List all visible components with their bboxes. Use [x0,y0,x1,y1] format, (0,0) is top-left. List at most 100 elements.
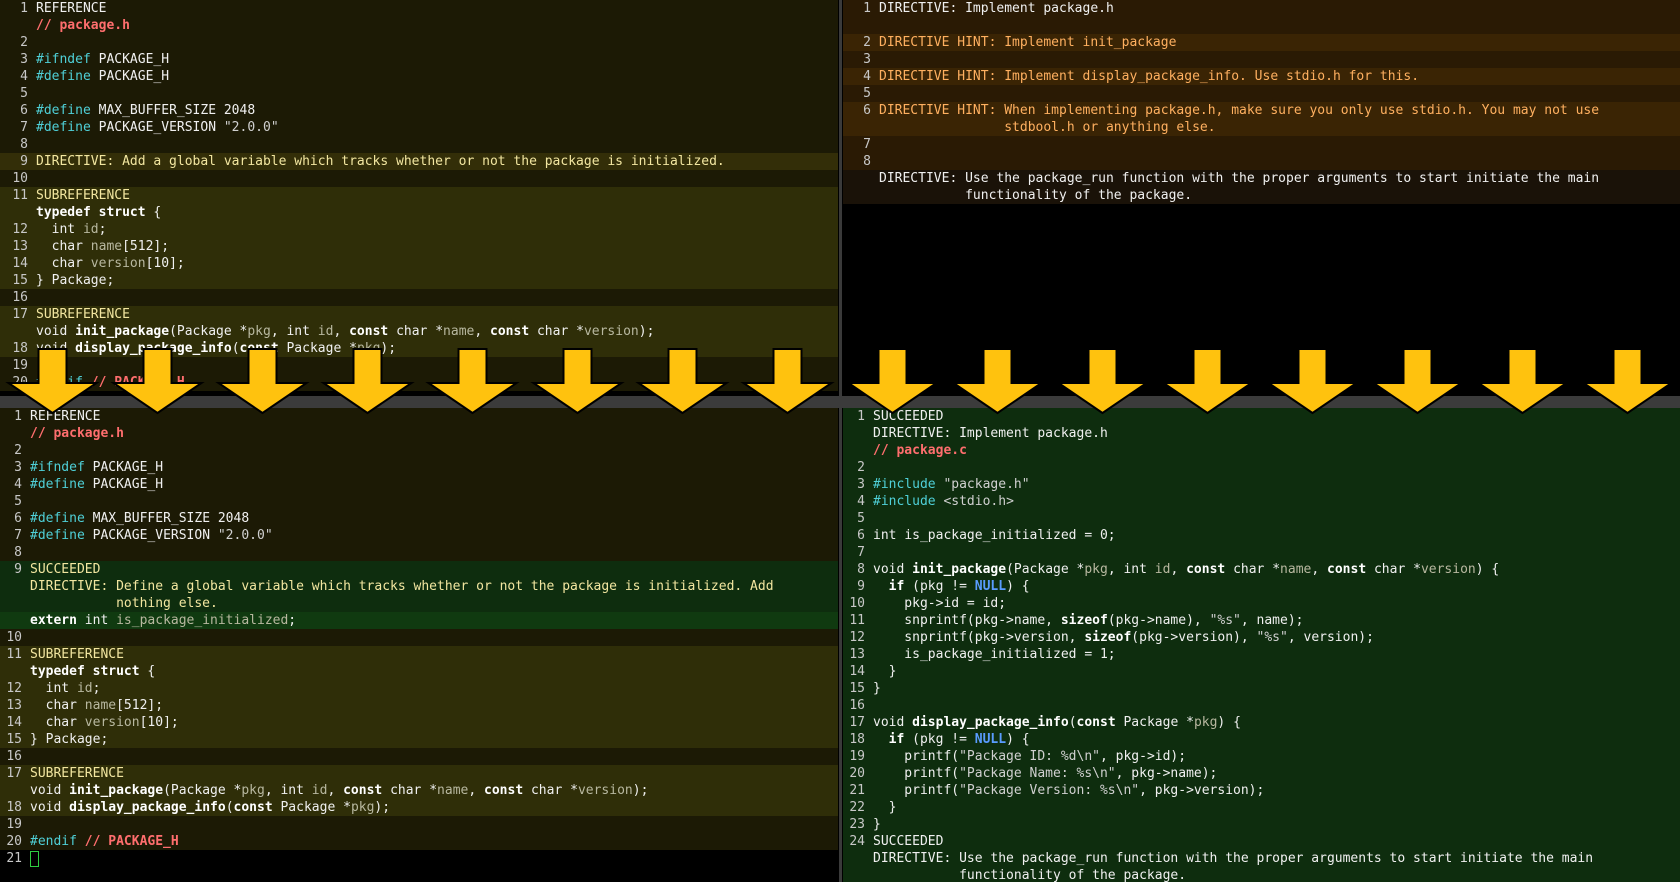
code-line[interactable]: 13 char name[512]; [0,697,838,714]
code-line[interactable]: 16 [0,748,838,765]
code-line[interactable]: 17 SUBREFERENCE [0,765,838,782]
code-token: "%s" [1209,613,1241,628]
code-line[interactable]: 5 [0,493,838,510]
code-line[interactable]: void init_package(Package *pkg, int id, … [0,323,838,340]
code-line[interactable]: 2 DIRECTIVE HINT: Implement init_package [843,34,1680,51]
code-line[interactable]: void init_package(Package *pkg, int id, … [0,782,838,799]
code-line[interactable]: functionality of the package. [843,187,1680,204]
code-line[interactable]: DIRECTIVE: Implement package.h [843,425,1680,442]
code-line[interactable]: 9 SUCCEEDED [0,561,838,578]
code-line[interactable]: 14 } [843,663,1680,680]
code-line[interactable]: 12 int id; [0,680,838,697]
code-line[interactable]: 6 int is_package_initialized = 0; [843,527,1680,544]
code-line[interactable]: 20 printf("Package Name: %s\n", pkg->nam… [843,765,1680,782]
code-line[interactable]: 19 printf("Package ID: %d\n", pkg->id); [843,748,1680,765]
code-token: name [443,324,475,339]
editor-pane-top-right[interactable]: 1 DIRECTIVE: Implement package.h 2 DIRECTIV… [843,0,1680,396]
horizontal-split-divider[interactable] [0,396,1680,408]
code-line[interactable]: 11 SUBREFERENCE [0,187,838,204]
code-line[interactable]: 4 #include <stdio.h> [843,493,1680,510]
code-line[interactable]: 23} [843,816,1680,833]
code-line[interactable]: 1 REFERENCE [0,408,838,425]
code-line[interactable]: 7 #define PACKAGE_VERSION "2.0.0" [0,527,838,544]
code-line[interactable]: 9 if (pkg != NULL) { [843,578,1680,595]
code-line[interactable]: 1 DIRECTIVE: Implement package.h [843,0,1680,17]
code-line[interactable]: 6 #define MAX_BUFFER_SIZE 2048 [0,510,838,527]
code-line[interactable]: typedef struct { [0,663,838,680]
code-line[interactable]: 16 [843,697,1680,714]
code-line[interactable]: 14 char version[10]; [0,714,838,731]
code-line[interactable]: 7 [843,544,1680,561]
code-line[interactable]: 3 [843,51,1680,68]
code-line[interactable]: 13 char name[512]; [0,238,838,255]
code-line[interactable]: 6 DIRECTIVE HINT: When implementing packa… [843,102,1680,119]
code-line[interactable]: 12 snprintf(pkg->version, sizeof(pkg->ve… [843,629,1680,646]
code-line[interactable]: 17 SUBREFERENCE [0,306,838,323]
code-line[interactable]: 4 #define PACKAGE_H [0,68,838,85]
code-line[interactable]: DIRECTIVE: Use the package_run function … [843,850,1680,867]
code-line[interactable]: 5 [0,85,838,102]
code-line[interactable]: 20 #endif // PACKAGE_H [0,374,838,391]
vertical-split-bottom[interactable] [839,408,842,882]
code-line[interactable]: 7 [843,136,1680,153]
code-line[interactable]: stdbool.h or anything else. [843,119,1680,136]
code-line[interactable]: DIRECTIVE: Define a global variable whic… [0,578,838,595]
code-line[interactable]: 17 void display_package_info(const Packag… [843,714,1680,731]
code-line[interactable]: 18 void display_package_info(const Packag… [0,340,838,357]
code-line[interactable]: 8 [0,136,838,153]
code-line[interactable]: 22 } [843,799,1680,816]
code-line[interactable]: 18 void display_package_info(const Packag… [0,799,838,816]
code-line[interactable]: 8 void init_package(Package *pkg, int id,… [843,561,1680,578]
code-line[interactable]: 15} Package; [0,272,838,289]
code-line[interactable]: typedef struct { [0,204,838,221]
code-line[interactable]: 9 DIRECTIVE: Add a global variable which … [0,153,838,170]
code-line[interactable]: 19 [0,816,838,833]
code-line[interactable]: 21 [0,850,838,867]
code-line[interactable]: // package.c [843,442,1680,459]
code-line[interactable]: nothing else. [0,595,838,612]
code-line[interactable]: 4 DIRECTIVE HINT: Implement display_packa… [843,68,1680,85]
code-line[interactable]: 10 pkg->id = id; [843,595,1680,612]
code-line[interactable]: 14 char version[10]; [0,255,838,272]
code-line[interactable]: 8 [843,153,1680,170]
code-line[interactable]: 15} [843,680,1680,697]
code-line[interactable]: 3 #ifndef PACKAGE_H [0,459,838,476]
code-line[interactable]: 15} Package; [0,731,838,748]
code-line[interactable] [843,17,1680,34]
code-line[interactable]: 12 int id; [0,221,838,238]
code-line[interactable]: // package.h [0,17,838,34]
code-line[interactable]: // package.h [0,425,838,442]
code-line[interactable]: 19 [0,357,838,374]
editor-pane-top-left[interactable]: 1 REFERENCE// package.h 2 3 #ifndef PACKAGE_… [0,0,838,396]
code-line[interactable]: 18 if (pkg != NULL) { [843,731,1680,748]
code-token: , name); [1240,613,1304,628]
code-line[interactable]: 3 #include "package.h" [843,476,1680,493]
code-line[interactable]: 16 [0,289,838,306]
code-line[interactable]: 2 [0,442,838,459]
code-line[interactable]: 13 is_package_initialized = 1; [843,646,1680,663]
code-line[interactable]: 10 [0,170,838,187]
code-line[interactable]: 2 [0,34,838,51]
editor-pane-bottom-left[interactable]: 1 REFERENCE// package.h 2 3 #ifndef PACKAGE_… [0,408,838,882]
code-line[interactable]: 1 SUCCEEDED [843,408,1680,425]
code-line[interactable]: 2 [843,459,1680,476]
code-line[interactable]: 4 #define PACKAGE_H [0,476,838,493]
code-line[interactable]: 6 #define MAX_BUFFER_SIZE 2048 [0,102,838,119]
code-line[interactable]: 1 REFERENCE [0,0,838,17]
code-line[interactable]: 20 #endif // PACKAGE_H [0,833,838,850]
code-line[interactable]: 21 printf("Package Version: %s\n", pkg->… [843,782,1680,799]
code-line[interactable]: extern int is_package_initialized; [0,612,838,629]
code-line[interactable]: DIRECTIVE: Use the package_run function … [843,170,1680,187]
vertical-split-top[interactable] [839,0,842,396]
code-line[interactable]: 24 SUCCEEDED [843,833,1680,850]
code-line[interactable]: 5 [843,85,1680,102]
code-line[interactable]: 11 SUBREFERENCE [0,646,838,663]
code-line[interactable]: 8 [0,544,838,561]
editor-pane-bottom-right[interactable]: 1 SUCCEEDED DIRECTIVE: Implement package.h… [843,408,1680,882]
code-line[interactable]: 7 #define PACKAGE_VERSION "2.0.0" [0,119,838,136]
code-line[interactable]: 3 #ifndef PACKAGE_H [0,51,838,68]
code-line[interactable]: functionality of the package. [843,867,1680,882]
code-line[interactable]: 10 [0,629,838,646]
code-line[interactable]: 11 snprintf(pkg->name, sizeof(pkg->name)… [843,612,1680,629]
code-line[interactable]: 5 [843,510,1680,527]
